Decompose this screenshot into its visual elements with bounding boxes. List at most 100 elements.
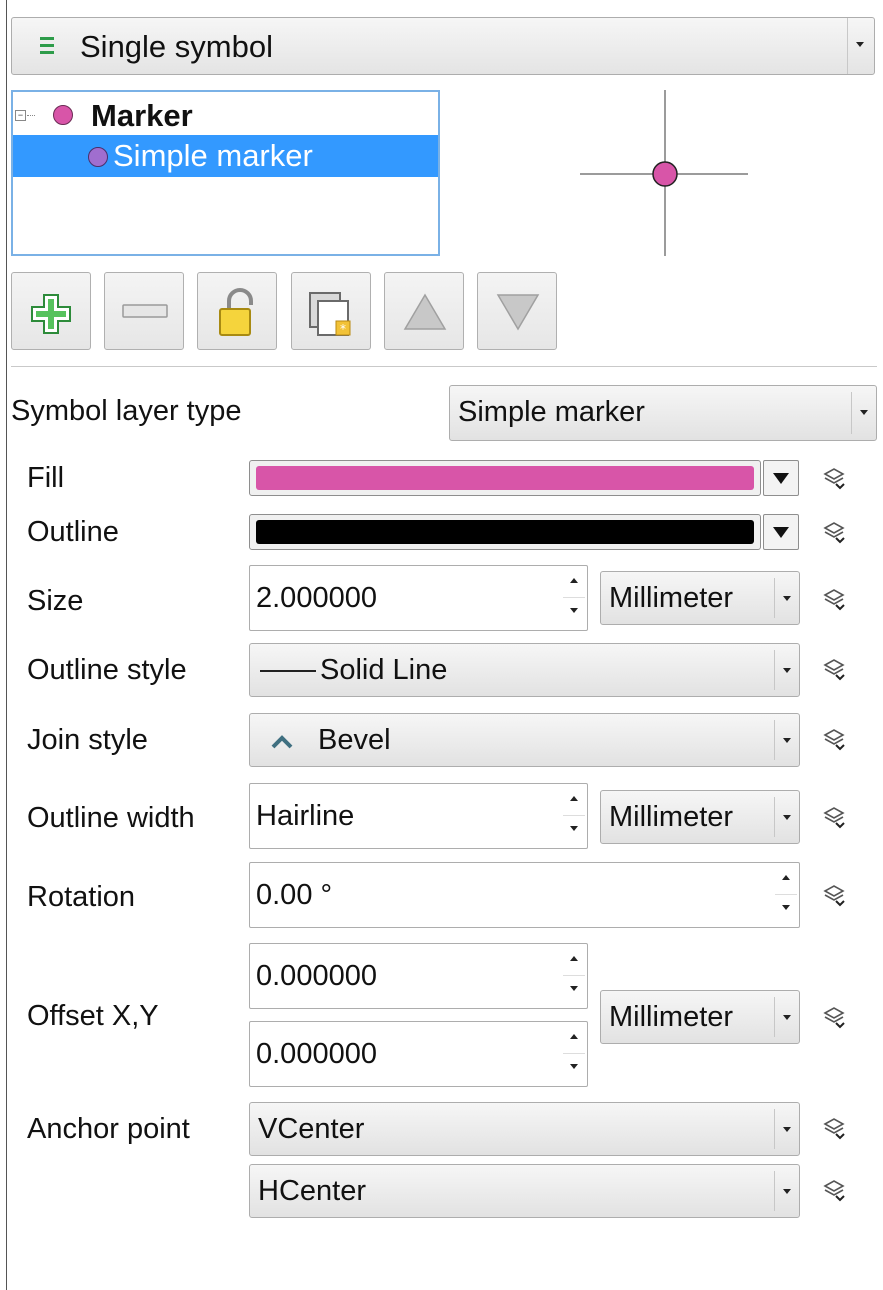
symbol-selector-panel: Single symbol − Marker Simple marker * S… [0, 0, 883, 1290]
renderer-dropdown-arrow[interactable] [847, 18, 874, 74]
offset-unit-combo[interactable]: Millimeter [600, 990, 800, 1044]
tree-item-simple-marker-label: Simple marker [113, 138, 313, 173]
data-defined-override-icon[interactable] [820, 464, 848, 492]
outline-color-dropdown[interactable] [763, 514, 799, 550]
join-style-value: Bevel [318, 724, 391, 756]
offset-y-value: 0.000000 [256, 1038, 377, 1070]
bevel-join-icon [271, 735, 293, 749]
symbol-layer-type-label: Symbol layer type [11, 395, 242, 427]
offset-y-spinbox[interactable]: 0.000000 [249, 1021, 588, 1087]
marker-circle-icon [53, 105, 73, 125]
outline-width-unit-combo[interactable]: Millimeter [600, 790, 800, 844]
renderer-dropdown[interactable]: Single symbol [11, 17, 875, 75]
outline-style-combo[interactable]: Solid Line [249, 643, 800, 697]
data-defined-override-icon[interactable] [820, 803, 848, 831]
offset-x-value: 0.000000 [256, 960, 377, 992]
fill-label: Fill [27, 462, 65, 494]
size-value: 2.000000 [256, 582, 377, 614]
panel-left-border [6, 0, 7, 1290]
svg-text:*: * [340, 322, 346, 336]
outline-color-swatch [256, 520, 754, 544]
combo-separator [774, 1171, 775, 1211]
triangle-down-icon [773, 527, 789, 538]
combo-separator [774, 650, 775, 690]
offset-y-stepper[interactable] [563, 1024, 585, 1084]
data-defined-override-icon[interactable] [820, 655, 848, 683]
offset-x-spinbox[interactable]: 0.000000 [249, 943, 588, 1009]
anchor-horizontal-combo[interactable]: HCenter [249, 1164, 800, 1218]
size-label: Size [27, 585, 84, 617]
combo-separator [851, 392, 852, 434]
outline-width-unit-value: Millimeter [609, 801, 734, 833]
rotation-spinbox[interactable]: 0.00 ° [249, 862, 800, 928]
fill-color-button[interactable] [249, 460, 761, 496]
offset-x-stepper[interactable] [563, 946, 585, 1006]
simple-marker-circle-icon [88, 147, 108, 167]
anchor-vertical-value: VCenter [258, 1113, 365, 1145]
size-unit-value: Millimeter [609, 582, 734, 614]
data-defined-override-icon[interactable] [820, 585, 848, 613]
increment-button[interactable] [563, 946, 585, 976]
outline-width-stepper[interactable] [563, 786, 585, 846]
chevron-down-icon [860, 410, 868, 415]
decrement-button[interactable] [563, 816, 585, 846]
chevron-down-icon [783, 738, 791, 743]
data-defined-override-icon[interactable] [820, 518, 848, 546]
anchor-point-label: Anchor point [27, 1113, 190, 1145]
size-stepper[interactable] [563, 568, 585, 628]
decrement-button[interactable] [563, 976, 585, 1006]
add-layer-button[interactable] [11, 272, 91, 350]
renderer-list-icon [40, 37, 54, 54]
size-spinbox[interactable]: 2.000000 [249, 565, 588, 631]
symbol-layer-type-combo[interactable]: Simple marker [449, 385, 877, 441]
lock-color-button[interactable] [197, 272, 277, 350]
triangle-down-icon [773, 473, 789, 484]
symbol-layer-type-value: Simple marker [458, 396, 645, 428]
tree-item-simple-marker[interactable]: Simple marker [13, 135, 438, 177]
decrement-button[interactable] [563, 1054, 585, 1084]
rotation-label: Rotation [27, 881, 136, 913]
data-defined-override-icon[interactable] [820, 725, 848, 753]
join-style-label: Join style [27, 724, 148, 756]
outline-width-spinbox[interactable]: Hairline [249, 783, 588, 849]
anchor-horizontal-value: HCenter [258, 1175, 366, 1207]
outline-label: Outline [27, 516, 119, 548]
remove-layer-button[interactable] [104, 272, 184, 350]
fill-color-swatch [256, 466, 754, 490]
plus-icon [31, 294, 71, 334]
chevron-down-icon [783, 1189, 791, 1194]
data-defined-override-icon[interactable] [820, 1003, 848, 1031]
size-unit-combo[interactable]: Millimeter [600, 571, 800, 625]
offset-unit-value: Millimeter [609, 1001, 734, 1033]
increment-button[interactable] [775, 865, 797, 895]
collapse-icon[interactable]: − [15, 110, 26, 121]
increment-button[interactable] [563, 1024, 585, 1054]
fill-color-dropdown[interactable] [763, 460, 799, 496]
toolbar-separator [11, 366, 877, 367]
tree-item-marker[interactable]: Marker [91, 98, 193, 134]
symbol-layer-tree[interactable]: − Marker Simple marker [11, 90, 440, 256]
move-down-button[interactable] [477, 272, 557, 350]
move-up-button[interactable] [384, 272, 464, 350]
increment-button[interactable] [563, 786, 585, 816]
renderer-label: Single symbol [80, 29, 273, 64]
tree-connector [27, 115, 35, 116]
outline-color-button[interactable] [249, 514, 761, 550]
triangle-up-icon [403, 293, 447, 330]
combo-separator [774, 997, 775, 1037]
data-defined-override-icon[interactable] [820, 1114, 848, 1142]
chevron-down-icon [856, 42, 864, 47]
decrement-button[interactable] [563, 598, 585, 628]
decrement-button[interactable] [775, 895, 797, 925]
solid-line-icon [260, 670, 316, 672]
rotation-stepper[interactable] [775, 865, 797, 925]
anchor-vertical-combo[interactable]: VCenter [249, 1102, 800, 1156]
outline-style-value: Solid Line [320, 654, 448, 686]
data-defined-override-icon[interactable] [820, 1176, 848, 1204]
increment-button[interactable] [563, 568, 585, 598]
offset-label: Offset X,Y [27, 1000, 159, 1032]
join-style-combo[interactable]: Bevel [249, 713, 800, 767]
data-defined-override-icon[interactable] [820, 881, 848, 909]
combo-separator [774, 720, 775, 760]
duplicate-layer-button[interactable]: * [291, 272, 371, 350]
